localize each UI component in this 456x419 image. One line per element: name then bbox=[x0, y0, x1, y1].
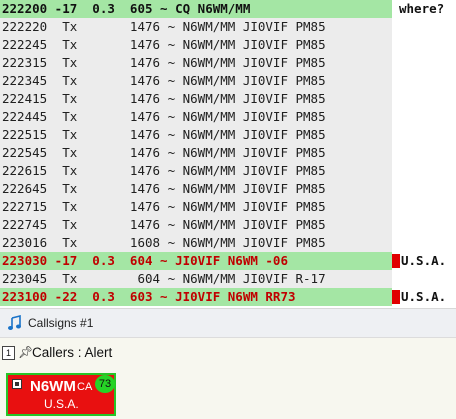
log-row[interactable]: 222220 Tx 1476 ~ N6WM/MM JI0VIF PM85 bbox=[0, 18, 456, 36]
log-row-text: 223030 -17 0.3 604 ~ JI0VIF N6WM -06 bbox=[0, 252, 392, 270]
log-row[interactable]: 222515 Tx 1476 ~ N6WM/MM JI0VIF PM85 bbox=[0, 126, 456, 144]
log-row-text: 222245 Tx 1476 ~ N6WM/MM JI0VIF PM85 bbox=[0, 36, 392, 54]
log-row[interactable]: 222200 -17 0.3 605 ~ CQ N6WM/MM where? bbox=[0, 0, 456, 18]
log-row[interactable]: 222715 Tx 1476 ~ N6WM/MM JI0VIF PM85 bbox=[0, 198, 456, 216]
log-row-text: 222545 Tx 1476 ~ N6WM/MM JI0VIF PM85 bbox=[0, 144, 392, 162]
panel-label: Callers : Alert bbox=[32, 345, 113, 360]
log-row[interactable]: 222645 Tx 1476 ~ N6WM/MM JI0VIF PM85 bbox=[0, 180, 456, 198]
log-row-text: 222645 Tx 1476 ~ N6WM/MM JI0VIF PM85 bbox=[0, 180, 392, 198]
log-row[interactable]: 223030 -17 0.3 604 ~ JI0VIF N6WM -06 U.S.… bbox=[0, 252, 456, 270]
log-row[interactable]: 223100 -22 0.3 603 ~ JI0VIF N6WM RR73 U.S… bbox=[0, 288, 456, 306]
log-row-note: U.S.A. bbox=[401, 253, 447, 268]
log-row-text: 222715 Tx 1476 ~ N6WM/MM JI0VIF PM85 bbox=[0, 198, 392, 216]
log-row[interactable]: 222245 Tx 1476 ~ N6WM/MM JI0VIF PM85 bbox=[0, 36, 456, 54]
card-state: CA bbox=[77, 381, 93, 393]
station-icon bbox=[12, 379, 22, 389]
log-row[interactable]: 222345 Tx 1476 ~ N6WM/MM JI0VIF PM85 bbox=[0, 72, 456, 90]
pin-icon[interactable]: 📌︎ bbox=[18, 345, 33, 359]
log-row-text: 222315 Tx 1476 ~ N6WM/MM JI0VIF PM85 bbox=[0, 54, 392, 72]
alert-marker bbox=[392, 254, 400, 268]
log-row-text: 223016 Tx 1608 ~ N6WM/MM JI0VIF PM85 bbox=[0, 234, 392, 252]
log-row-note: where? bbox=[399, 1, 445, 16]
card-country: U.S.A. bbox=[44, 397, 79, 411]
log-row-text: 222415 Tx 1476 ~ N6WM/MM JI0VIF PM85 bbox=[0, 90, 392, 108]
log-row-note: U.S.A. bbox=[401, 289, 447, 304]
window-title: Callsigns #1 bbox=[28, 316, 94, 330]
window-titlebar[interactable]: Callsigns #1 bbox=[0, 308, 456, 338]
card-count-badge: 73 bbox=[95, 375, 115, 393]
log-row-text: 222200 -17 0.3 605 ~ CQ N6WM/MM bbox=[0, 0, 392, 18]
log-row[interactable]: 223016 Tx 1608 ~ N6WM/MM JI0VIF PM85 bbox=[0, 234, 456, 252]
card-callsign: N6WM bbox=[30, 378, 76, 395]
log-row-text: 222445 Tx 1476 ~ N6WM/MM JI0VIF PM85 bbox=[0, 108, 392, 126]
decode-log: 222200 -17 0.3 605 ~ CQ N6WM/MM where? 222… bbox=[0, 0, 456, 307]
log-row[interactable]: 222545 Tx 1476 ~ N6WM/MM JI0VIF PM85 bbox=[0, 144, 456, 162]
log-row[interactable]: 222445 Tx 1476 ~ N6WM/MM JI0VIF PM85 bbox=[0, 108, 456, 126]
log-row-text: 222220 Tx 1476 ~ N6WM/MM JI0VIF PM85 bbox=[0, 18, 392, 36]
log-row[interactable]: 222615 Tx 1476 ~ N6WM/MM JI0VIF PM85 bbox=[0, 162, 456, 180]
log-row-text: 223045 Tx 604 ~ N6WM/MM JI0VIF R-17 bbox=[0, 270, 392, 288]
music-note-icon bbox=[8, 315, 21, 330]
log-row[interactable]: 223045 Tx 604 ~ N6WM/MM JI0VIF R-17 bbox=[0, 270, 456, 288]
log-row-text: 222745 Tx 1476 ~ N6WM/MM JI0VIF PM85 bbox=[0, 216, 392, 234]
callsign-card[interactable]: N6WM CA 73 U.S.A. bbox=[6, 373, 116, 416]
alert-marker bbox=[392, 290, 400, 304]
panel-index-badge[interactable]: 1 bbox=[2, 346, 15, 360]
log-row-text: 222615 Tx 1476 ~ N6WM/MM JI0VIF PM85 bbox=[0, 162, 392, 180]
log-row[interactable]: 222415 Tx 1476 ~ N6WM/MM JI0VIF PM85 bbox=[0, 90, 456, 108]
log-row-text: 222515 Tx 1476 ~ N6WM/MM JI0VIF PM85 bbox=[0, 126, 392, 144]
log-row-text: 223100 -22 0.3 603 ~ JI0VIF N6WM RR73 bbox=[0, 288, 392, 306]
log-row[interactable]: 222315 Tx 1476 ~ N6WM/MM JI0VIF PM85 bbox=[0, 54, 456, 72]
log-row-text: 222345 Tx 1476 ~ N6WM/MM JI0VIF PM85 bbox=[0, 72, 392, 90]
log-row[interactable]: 222745 Tx 1476 ~ N6WM/MM JI0VIF PM85 bbox=[0, 216, 456, 234]
